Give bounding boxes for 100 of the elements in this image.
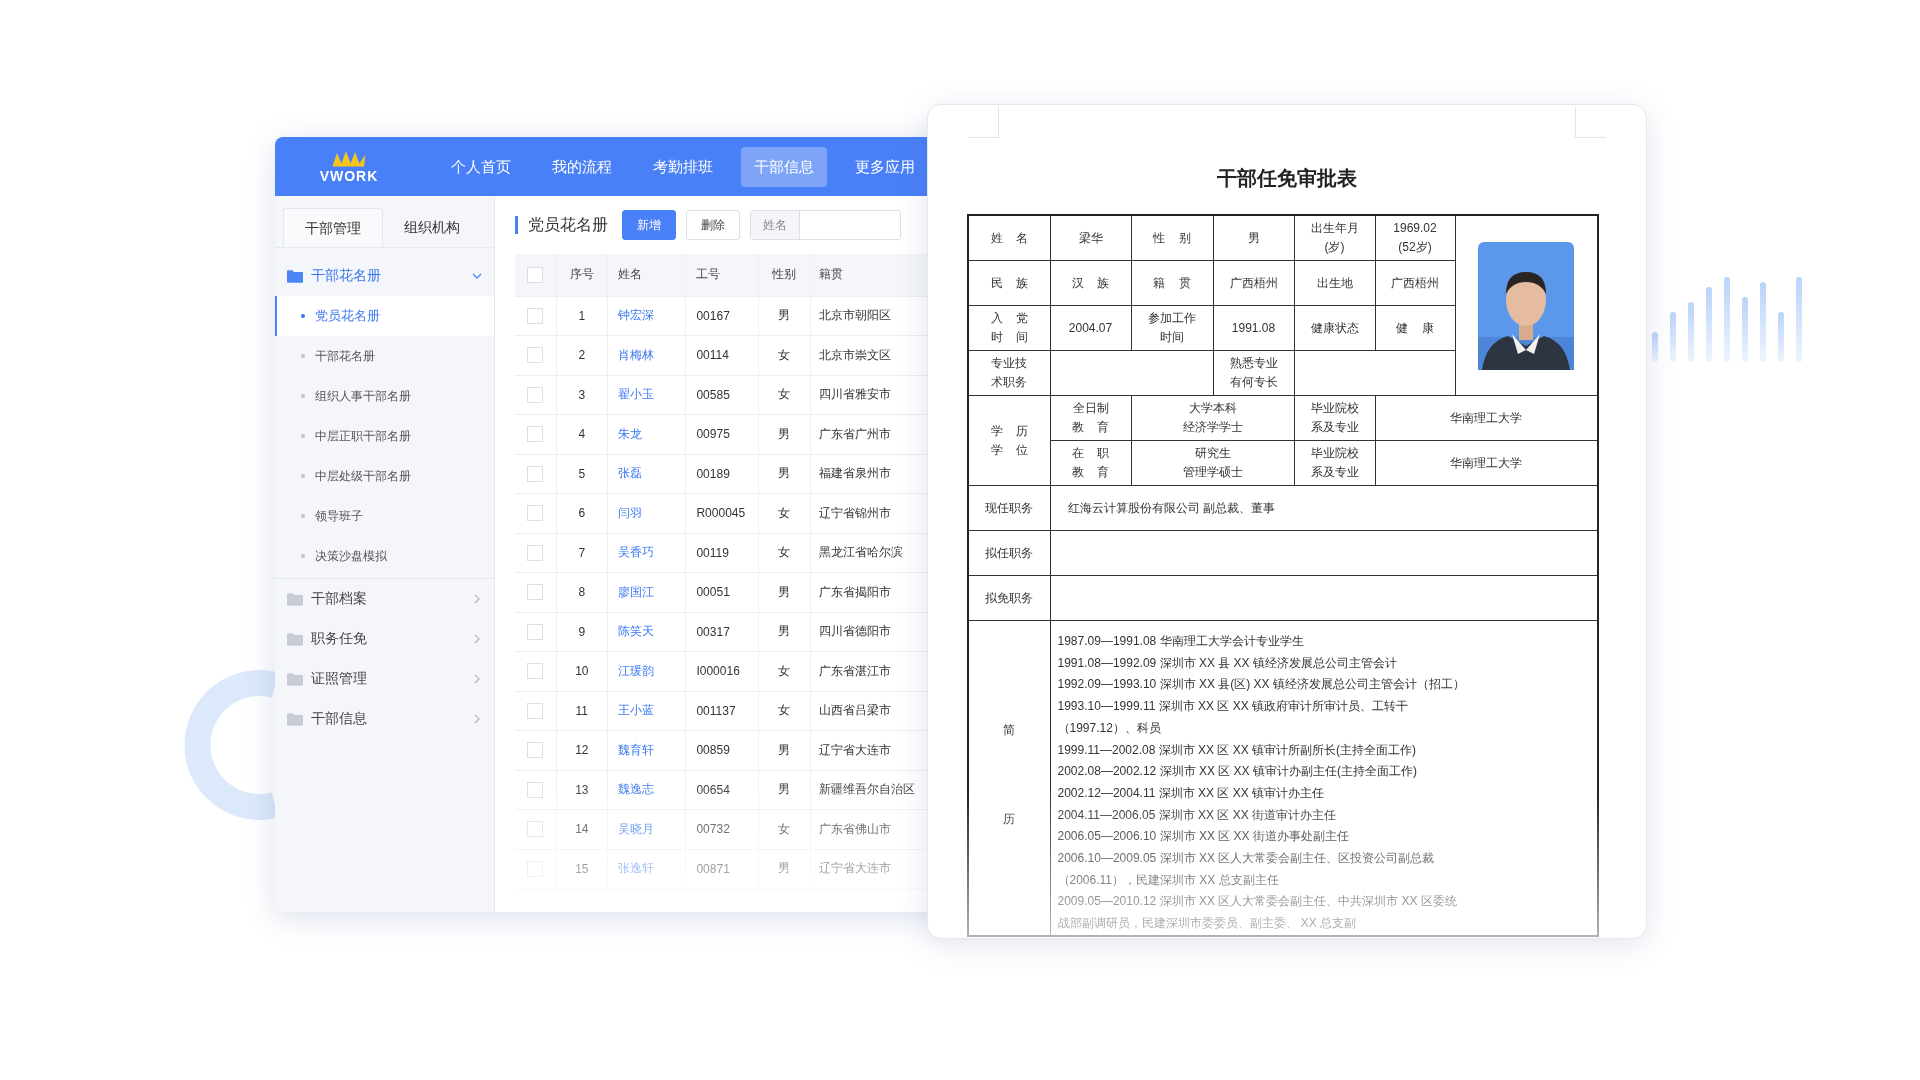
folder-icon xyxy=(287,592,303,606)
name-link[interactable]: 魏逸志 xyxy=(607,770,686,810)
checkbox[interactable] xyxy=(527,584,544,601)
name-link[interactable]: 江瑗韵 xyxy=(607,651,686,691)
form-text: 男 xyxy=(1246,229,1261,247)
menu-group[interactable]: 干部花名册 xyxy=(275,256,494,296)
checkbox[interactable] xyxy=(527,663,544,680)
resume-line: （2006.11），民建深圳市 XX 总支副主任 xyxy=(1057,871,1280,889)
form-text: 系及专业 xyxy=(1309,419,1360,436)
add-button[interactable]: 新增 xyxy=(622,210,676,240)
name-link[interactable]: 翟小玉 xyxy=(607,375,686,415)
resume-line: （1997.12）、科员 xyxy=(1057,719,1162,737)
name-link[interactable]: 闫羽 xyxy=(607,493,686,533)
name-link[interactable]: 魏育轩 xyxy=(607,730,686,770)
menu-group[interactable]: 证照管理 xyxy=(275,659,494,699)
resume-line: 1992.09—1993.10 深圳市 XX 县(区) XX 镇经济发展总公司主管会计（招工） xyxy=(1057,676,1466,694)
table-cell: 男 xyxy=(758,770,811,810)
table-cell: 9 xyxy=(556,612,608,652)
folder-icon xyxy=(287,269,303,283)
form-text: 毕业院校 xyxy=(1309,400,1360,417)
name-link[interactable]: 王小蓝 xyxy=(607,691,686,731)
menu-item[interactable]: 中层正职干部名册 xyxy=(275,416,494,456)
form-text: 籍 贯 xyxy=(1152,274,1192,292)
column-header: 姓名 xyxy=(607,254,686,296)
form-text: 术职务 xyxy=(990,374,1029,391)
form-text: 时 间 xyxy=(989,329,1029,346)
form-text: 熟悉专业 xyxy=(1228,355,1279,372)
table-cell: 女 xyxy=(758,493,811,533)
table-cell: 女 xyxy=(758,651,811,691)
folder-icon xyxy=(287,632,303,646)
table-cell: 男 xyxy=(758,414,811,454)
checkbox[interactable] xyxy=(527,426,544,443)
sidebar-tab[interactable]: 组织机构 xyxy=(383,208,481,246)
delete-button[interactable]: 删除 xyxy=(686,210,740,240)
checkbox[interactable] xyxy=(527,386,544,403)
menu-item[interactable]: 中层处级干部名册 xyxy=(275,456,494,496)
form-cell: 拟任职务 xyxy=(968,530,1050,576)
form-text: 汉 族 xyxy=(1070,274,1111,292)
form-text: 广西梧州 xyxy=(1390,274,1440,292)
table-cell: 13 xyxy=(556,770,608,810)
table-cell: 男 xyxy=(758,454,811,494)
form-text: 华南理工大学 xyxy=(1449,454,1524,472)
table-cell: 00051 xyxy=(685,572,759,612)
checkbox[interactable] xyxy=(527,465,544,482)
nav-tab[interactable]: 干部信息 xyxy=(741,146,827,187)
page-title: 党员花名册 xyxy=(528,214,608,235)
form-text: 姓 名 xyxy=(989,229,1029,247)
name-link[interactable]: 吴香巧 xyxy=(607,533,686,573)
table-cell: 00585 xyxy=(685,375,759,415)
table-cell: 2 xyxy=(556,335,608,375)
checkbox[interactable] xyxy=(527,347,544,364)
menu-item[interactable]: 党员花名册 xyxy=(275,296,494,336)
name-link[interactable]: 肖梅林 xyxy=(607,335,686,375)
menu-group-label: 干部花名册 xyxy=(311,267,382,285)
menu-group[interactable]: 干部信息 xyxy=(275,699,494,739)
name-link[interactable]: 张磊 xyxy=(607,454,686,494)
name-link[interactable]: 钟宏深 xyxy=(607,296,686,336)
table-cell: 00859 xyxy=(685,730,759,770)
table-cell: 女 xyxy=(758,533,811,573)
checkbox[interactable] xyxy=(527,307,544,324)
table-cell: 7 xyxy=(556,533,608,573)
name-link[interactable]: 朱龙 xyxy=(607,414,686,454)
resume-line: 2002.12—2004.11 深圳市 XX 区 XX 镇审计办主任 xyxy=(1057,784,1326,802)
form-text: 全日制 xyxy=(1071,400,1110,417)
menu-item[interactable]: 决策沙盘模拟 xyxy=(275,536,494,576)
column-header: 性别 xyxy=(758,254,811,296)
checkbox[interactable] xyxy=(527,505,544,522)
menu-group-label: 证照管理 xyxy=(311,670,368,688)
checkbox[interactable] xyxy=(527,821,544,838)
name-link[interactable]: 吴晓月 xyxy=(607,809,686,849)
name-link[interactable]: 陈笑天 xyxy=(607,612,686,652)
table-cell: 00317 xyxy=(685,612,759,652)
menu-item[interactable]: 组织人事干部名册 xyxy=(275,376,494,416)
checkbox[interactable] xyxy=(527,266,544,283)
folder-icon xyxy=(287,672,303,686)
menu-group[interactable]: 干部档案 xyxy=(275,579,494,619)
checkbox[interactable] xyxy=(527,544,544,561)
table-cell: 1 xyxy=(556,296,608,336)
table-cell: 15 xyxy=(556,849,608,889)
nav-tab[interactable]: 我的流程 xyxy=(539,146,625,187)
menu-item[interactable]: 干部花名册 xyxy=(275,336,494,376)
menu-group-label: 职务任免 xyxy=(311,630,368,648)
resume-line: 2006.10—2009.05 深圳市 XX 区人大常委会副主任、区投资公司副总裁 xyxy=(1057,850,1436,868)
checkbox[interactable] xyxy=(527,623,544,640)
checkbox[interactable] xyxy=(527,781,544,798)
table-cell: 4 xyxy=(556,414,608,454)
name-link[interactable]: 廖国江 xyxy=(607,572,686,612)
form-text: 参加工作 xyxy=(1147,310,1197,327)
nav-tab[interactable]: 个人首页 xyxy=(438,146,524,187)
checkbox[interactable] xyxy=(527,702,544,719)
nav-tab[interactable]: 考勤排班 xyxy=(640,146,726,187)
menu-group[interactable]: 职务任免 xyxy=(275,619,494,659)
checkbox[interactable] xyxy=(527,742,544,759)
form-text: 出生年月 xyxy=(1309,220,1360,237)
nav-tab[interactable]: 更多应用 xyxy=(842,146,928,187)
sidebar-tab[interactable]: 干部管理 xyxy=(283,208,383,247)
table-cell: 5 xyxy=(556,454,608,494)
menu-item[interactable]: 领导班子 xyxy=(275,496,494,536)
crop-mark xyxy=(968,107,999,138)
search-field[interactable]: 姓名 xyxy=(750,210,901,240)
